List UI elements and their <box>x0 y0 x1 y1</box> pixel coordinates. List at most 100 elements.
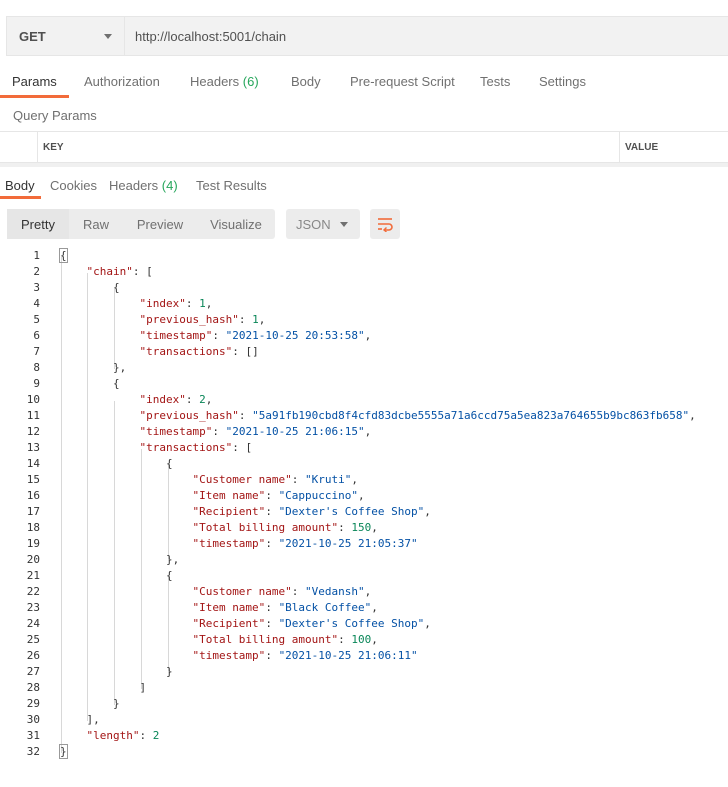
line-number: 25 <box>26 633 40 646</box>
code-token: "Black Coffee" <box>278 601 372 614</box>
code-line: 20 }, <box>0 552 728 568</box>
response-code-view[interactable]: 1{2 "chain": [3 {4 "index": 1, 5 "previou… <box>0 248 728 760</box>
tab-label: Body <box>5 178 35 193</box>
code-line: 21 { <box>0 568 728 584</box>
line-number: 21 <box>26 569 40 582</box>
tab-headers[interactable]: Headers (6) <box>190 68 259 98</box>
line-number: 12 <box>26 425 40 438</box>
code-line: 11 "previous_hash": "5a91fb190cbd8f4cfd8… <box>0 408 728 424</box>
code-token: "Recipient" <box>192 505 266 518</box>
view-preview-button[interactable]: Preview <box>123 209 197 239</box>
code-token: 2 <box>199 393 206 406</box>
code-line: 4 "index": 1, <box>0 296 728 312</box>
panel-divider[interactable] <box>0 163 728 167</box>
code-line: 24 "Recipient": "Dexter's Coffee Shop", <box>0 616 728 632</box>
line-number: 27 <box>26 665 40 678</box>
tab-response-headers[interactable]: Headers (4) <box>109 172 178 202</box>
code-line: 9 { <box>0 376 728 392</box>
request-tabs: Params Authorization Headers (6) Body Pr… <box>0 68 728 100</box>
code-content: }, <box>60 552 179 568</box>
code-token: , <box>364 329 372 342</box>
line-number: 20 <box>26 553 40 566</box>
line-number: 23 <box>26 601 40 614</box>
code-token: , <box>371 521 378 534</box>
code-content: "index": 1, <box>60 296 212 312</box>
line-number: 32 <box>26 745 40 758</box>
code-token: : <box>265 601 279 614</box>
view-raw-button[interactable]: Raw <box>69 209 123 239</box>
line-number: 14 <box>26 457 40 470</box>
view-visualize-button[interactable]: Visualize <box>197 209 275 239</box>
code-token: "Item name" <box>192 601 266 614</box>
code-token: "2021-10-25 21:05:37" <box>278 537 418 550</box>
code-token: "timestamp" <box>192 537 266 550</box>
method-select[interactable]: GET <box>7 17 125 55</box>
query-params-title: Query Params <box>13 108 97 123</box>
code-token: "Item name" <box>192 489 266 502</box>
wrap-lines-button[interactable] <box>370 209 400 239</box>
tab-tests[interactable]: Tests <box>480 68 510 98</box>
code-line: 32} <box>0 744 728 760</box>
line-number: 2 <box>33 265 40 278</box>
line-number: 31 <box>26 729 40 742</box>
line-number: 15 <box>26 473 40 486</box>
tab-count-badge: (4) <box>161 178 178 193</box>
code-content: { <box>60 376 120 392</box>
code-token: "Customer name" <box>192 585 292 598</box>
code-token: 2 <box>152 729 160 742</box>
line-number: 7 <box>33 345 40 358</box>
params-value-header: VALUE <box>625 142 659 153</box>
code-token: , <box>371 601 378 614</box>
code-token: , <box>351 473 359 486</box>
code-content: "Total billing amount": 150, <box>60 520 378 536</box>
code-line: 12 "timestamp": "2021-10-25 21:06:15", <box>0 424 728 440</box>
tab-test-results[interactable]: Test Results <box>196 172 267 202</box>
code-token: : <box>185 393 200 406</box>
tab-params[interactable]: Params <box>12 68 57 98</box>
line-number: 13 <box>26 441 40 454</box>
tab-body[interactable]: Body <box>291 68 321 98</box>
tab-cookies[interactable]: Cookies <box>50 172 97 202</box>
code-token: , <box>364 585 372 598</box>
code-line: 30 ], <box>0 712 728 728</box>
code-token: : <box>338 633 352 646</box>
line-number: 19 <box>26 537 40 550</box>
format-label: JSON <box>296 216 331 232</box>
code-content: "Recipient": "Dexter's Coffee Shop", <box>60 504 430 520</box>
code-token: , <box>689 409 696 422</box>
params-key-header: KEY <box>38 132 620 163</box>
code-line: 6 "timestamp": "2021-10-25 20:53:58", <box>0 328 728 344</box>
code-line: 29 } <box>0 696 728 712</box>
code-token: : <box>265 505 279 518</box>
tab-label: Tests <box>480 74 511 89</box>
url-input[interactable]: http://localhost:5001/chain <box>125 17 728 55</box>
code-token: }, <box>60 361 127 374</box>
code-token: } <box>60 697 120 710</box>
code-token: "index" <box>139 393 186 406</box>
wrap-lines-icon <box>378 218 393 232</box>
code-token: "previous_hash" <box>139 409 239 422</box>
code-token: : <box>291 473 306 486</box>
code-token: "Total billing amount" <box>192 521 339 534</box>
format-select[interactable]: JSON <box>286 209 360 239</box>
code-token: } <box>59 744 68 759</box>
tab-pre-request-script[interactable]: Pre-request Script <box>350 68 455 98</box>
code-content: } <box>60 664 173 680</box>
code-token: 1 <box>252 313 259 326</box>
code-token: , <box>358 489 365 502</box>
active-tab-indicator <box>0 196 41 199</box>
tab-authorization[interactable]: Authorization <box>84 68 160 98</box>
view-pretty-button[interactable]: Pretty <box>7 209 69 239</box>
code-content: } <box>60 696 120 712</box>
code-content: "Total billing amount": 100, <box>60 632 377 648</box>
code-token: : <box>139 729 153 742</box>
code-content: { <box>60 280 120 296</box>
code-line: 23 "Item name": "Black Coffee", <box>0 600 728 616</box>
tab-settings[interactable]: Settings <box>539 68 586 98</box>
code-token: "timestamp" <box>139 425 213 438</box>
view-mode-toolbar: Pretty Raw Preview Visualize <box>7 209 275 239</box>
